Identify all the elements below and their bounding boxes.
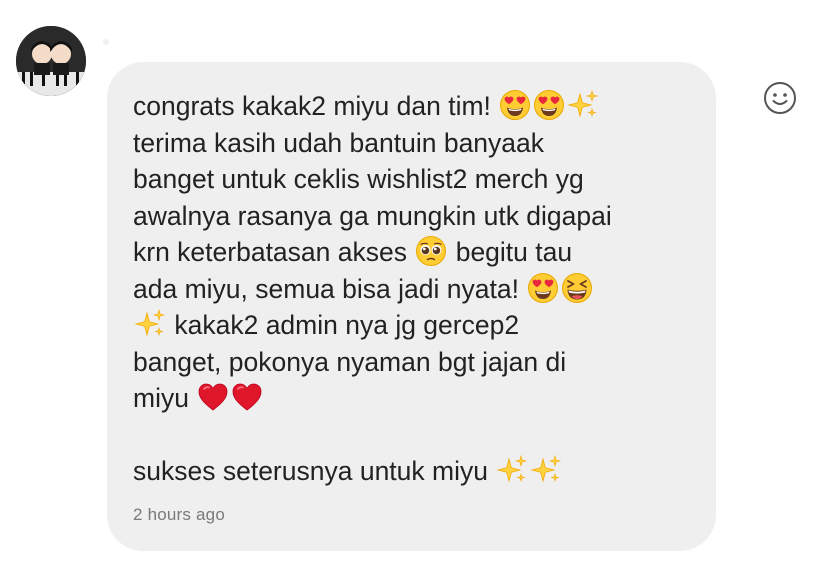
red-heart-emoji bbox=[231, 381, 263, 413]
message-text-segment: kakak2 admin nya jg gercep2 bbox=[167, 310, 520, 340]
message-text-segment: sukses seterusnya untuk miyu bbox=[133, 456, 496, 486]
message-line bbox=[133, 417, 693, 454]
sparkles-emoji bbox=[530, 454, 562, 486]
message-line: miyu bbox=[133, 380, 693, 417]
heart-eyes-emoji bbox=[499, 89, 531, 121]
message-text-segment: begitu tau bbox=[448, 237, 573, 267]
sparkles-emoji bbox=[134, 308, 166, 340]
avatar[interactable] bbox=[16, 26, 86, 96]
message-text-segment: ada miyu, semua bisa jadi nyata! bbox=[133, 273, 527, 304]
bubble-tail bbox=[103, 39, 109, 45]
message-line: congrats kakak2 miyu dan tim! bbox=[133, 88, 693, 125]
heart-eyes-emoji bbox=[527, 272, 559, 304]
message-line: sukses seterusnya untuk miyu bbox=[133, 453, 693, 490]
sparkles-emoji bbox=[496, 454, 528, 486]
smiley-icon bbox=[764, 82, 796, 114]
message-timestamp: 2 hours ago bbox=[133, 505, 225, 524]
sparkles-emoji bbox=[567, 89, 599, 121]
heart-eyes-emoji bbox=[533, 89, 565, 121]
message-line: krn keterbatasan akses begitu tau bbox=[133, 234, 693, 271]
pleading-face-emoji bbox=[415, 235, 447, 267]
message-text-segment: awalnya rasanya ga mungkin utk digapai bbox=[133, 200, 612, 231]
grinning-squint-emoji bbox=[561, 272, 593, 304]
message-text-segment: banget untuk ceklis wishlist2 merch yg bbox=[133, 164, 584, 194]
message-line: ada miyu, semua bisa jadi nyata! bbox=[133, 271, 693, 308]
add-reaction-button[interactable] bbox=[762, 80, 798, 116]
message-line: terima kasih udah bantuin banyaak bbox=[133, 125, 693, 162]
red-heart-emoji bbox=[197, 381, 229, 413]
message-text-segment: banget, pokonya nyaman bgt jajan di bbox=[133, 346, 567, 377]
message-text-segment: terima kasih udah bantuin banyaak bbox=[133, 127, 545, 158]
message-line: kakak2 admin nya jg gercep2 bbox=[133, 307, 693, 344]
avatar-image bbox=[16, 26, 86, 96]
message-line: banget untuk ceklis wishlist2 merch yg bbox=[133, 161, 693, 198]
message-text-segment: krn keterbatasan akses bbox=[133, 237, 415, 267]
message-text-segment: miyu bbox=[133, 383, 197, 413]
message-text: congrats kakak2 miyu dan tim! terima kas… bbox=[133, 88, 693, 490]
message-line: banget, pokonya nyaman bgt jajan di bbox=[133, 344, 693, 381]
message-line: awalnya rasanya ga mungkin utk digapai bbox=[133, 198, 693, 235]
message-text-segment: congrats kakak2 miyu dan tim! bbox=[133, 91, 499, 121]
